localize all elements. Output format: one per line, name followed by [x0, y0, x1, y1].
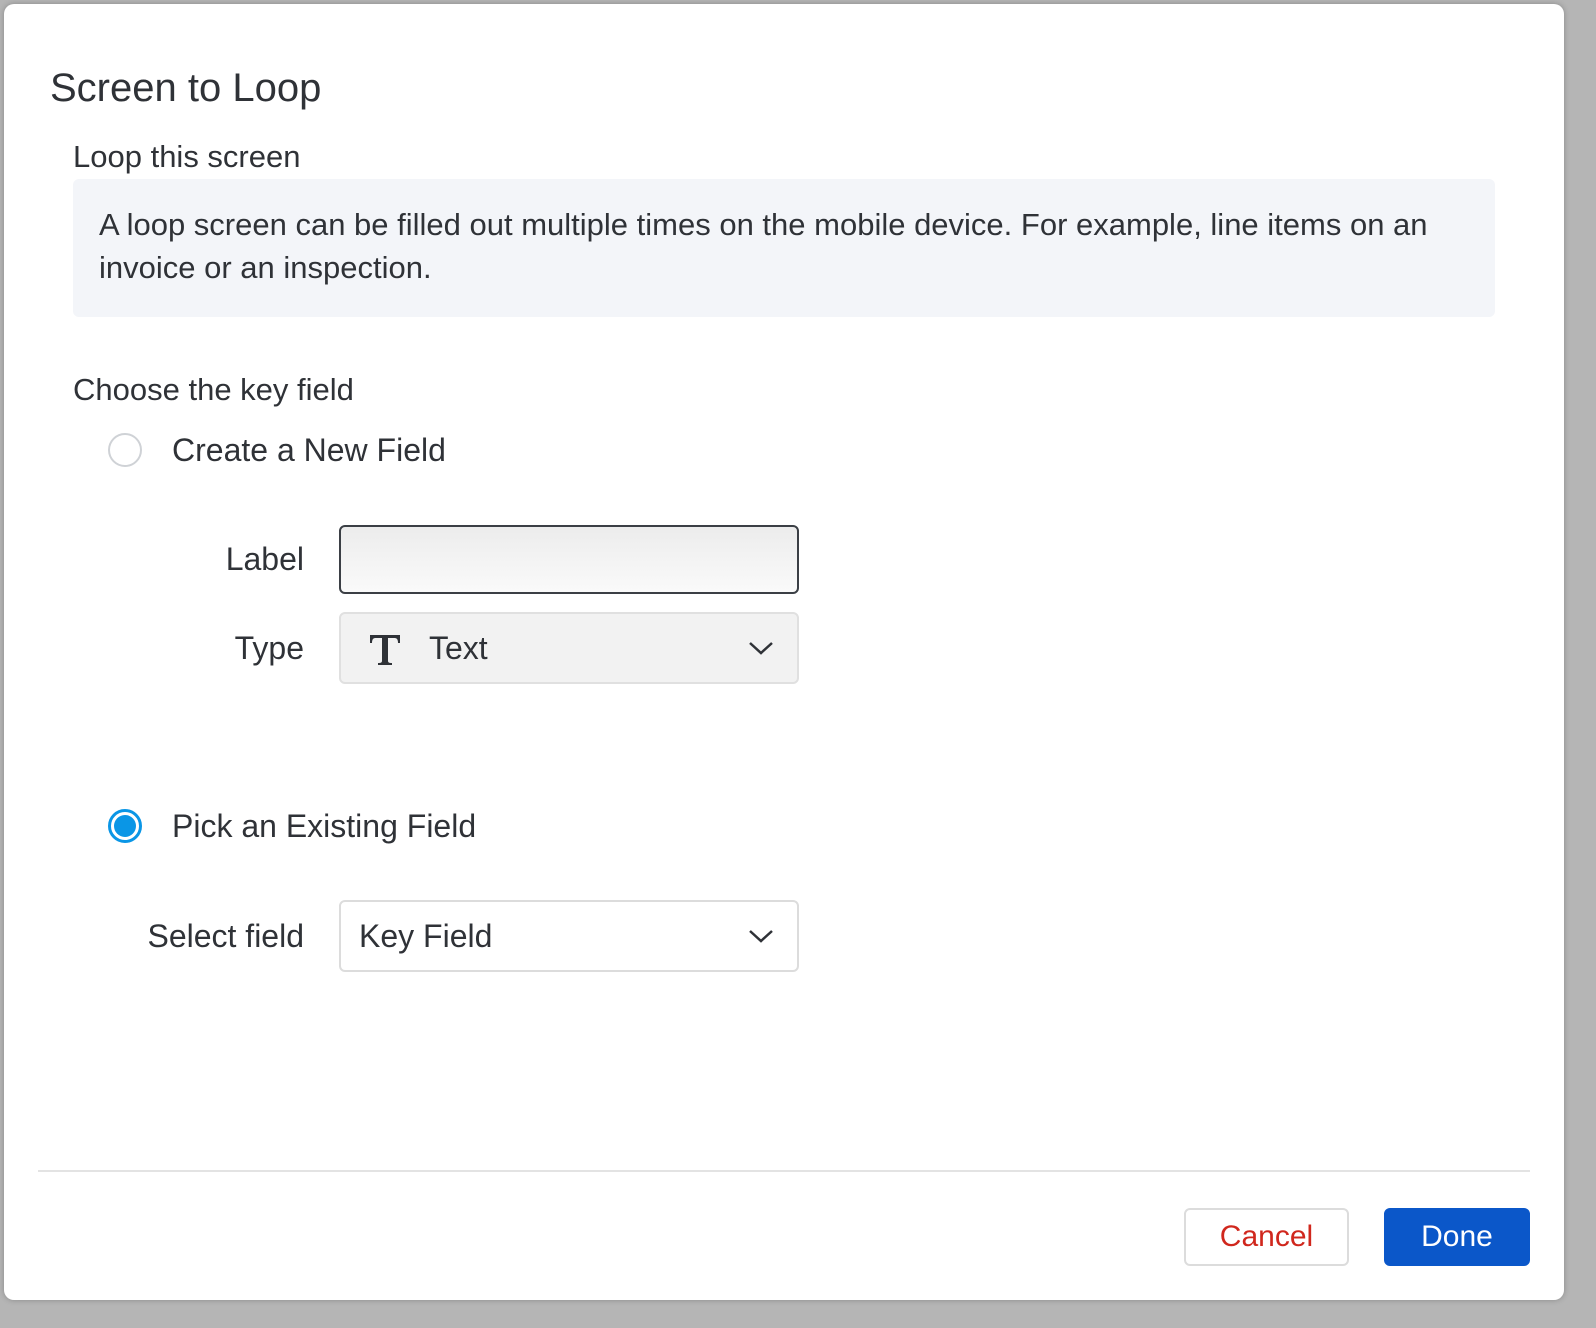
select-field-caption: Select field [147, 918, 304, 954]
select-field-dropdown[interactable]: Key Field [339, 900, 799, 972]
chevron-down-icon [749, 930, 773, 943]
type-field-caption: Type [234, 630, 304, 666]
loop-heading: Loop this screen [73, 139, 301, 174]
create-new-field-radio[interactable] [108, 433, 142, 467]
pick-existing-field-label: Pick an Existing Field [172, 807, 477, 844]
create-new-field-label: Create a New Field [172, 431, 446, 468]
select-field-value: Key Field [359, 917, 493, 954]
type-select-value: Text [429, 629, 488, 666]
label-input[interactable] [339, 525, 799, 594]
footer-divider [38, 1170, 1530, 1172]
label-field-caption: Label [225, 541, 304, 577]
type-select[interactable]: Text [339, 612, 799, 684]
info-box: A loop screen can be filled out multiple… [73, 179, 1495, 317]
radio-selected-dot [114, 815, 136, 837]
done-button[interactable]: Done [1384, 1208, 1530, 1266]
key-field-heading: Choose the key field [73, 372, 354, 407]
chevron-down-icon [749, 642, 773, 655]
dialog-title: Screen to Loop [50, 66, 322, 110]
pick-existing-field-option[interactable]: Pick an Existing Field [108, 806, 476, 846]
text-type-icon [370, 635, 400, 665]
pick-existing-field-radio[interactable] [108, 809, 142, 843]
screen-to-loop-dialog: Screen to Loop Loop this screen A loop s… [4, 4, 1564, 1300]
cancel-button[interactable]: Cancel [1184, 1208, 1349, 1266]
create-new-field-option[interactable]: Create a New Field [108, 430, 446, 470]
